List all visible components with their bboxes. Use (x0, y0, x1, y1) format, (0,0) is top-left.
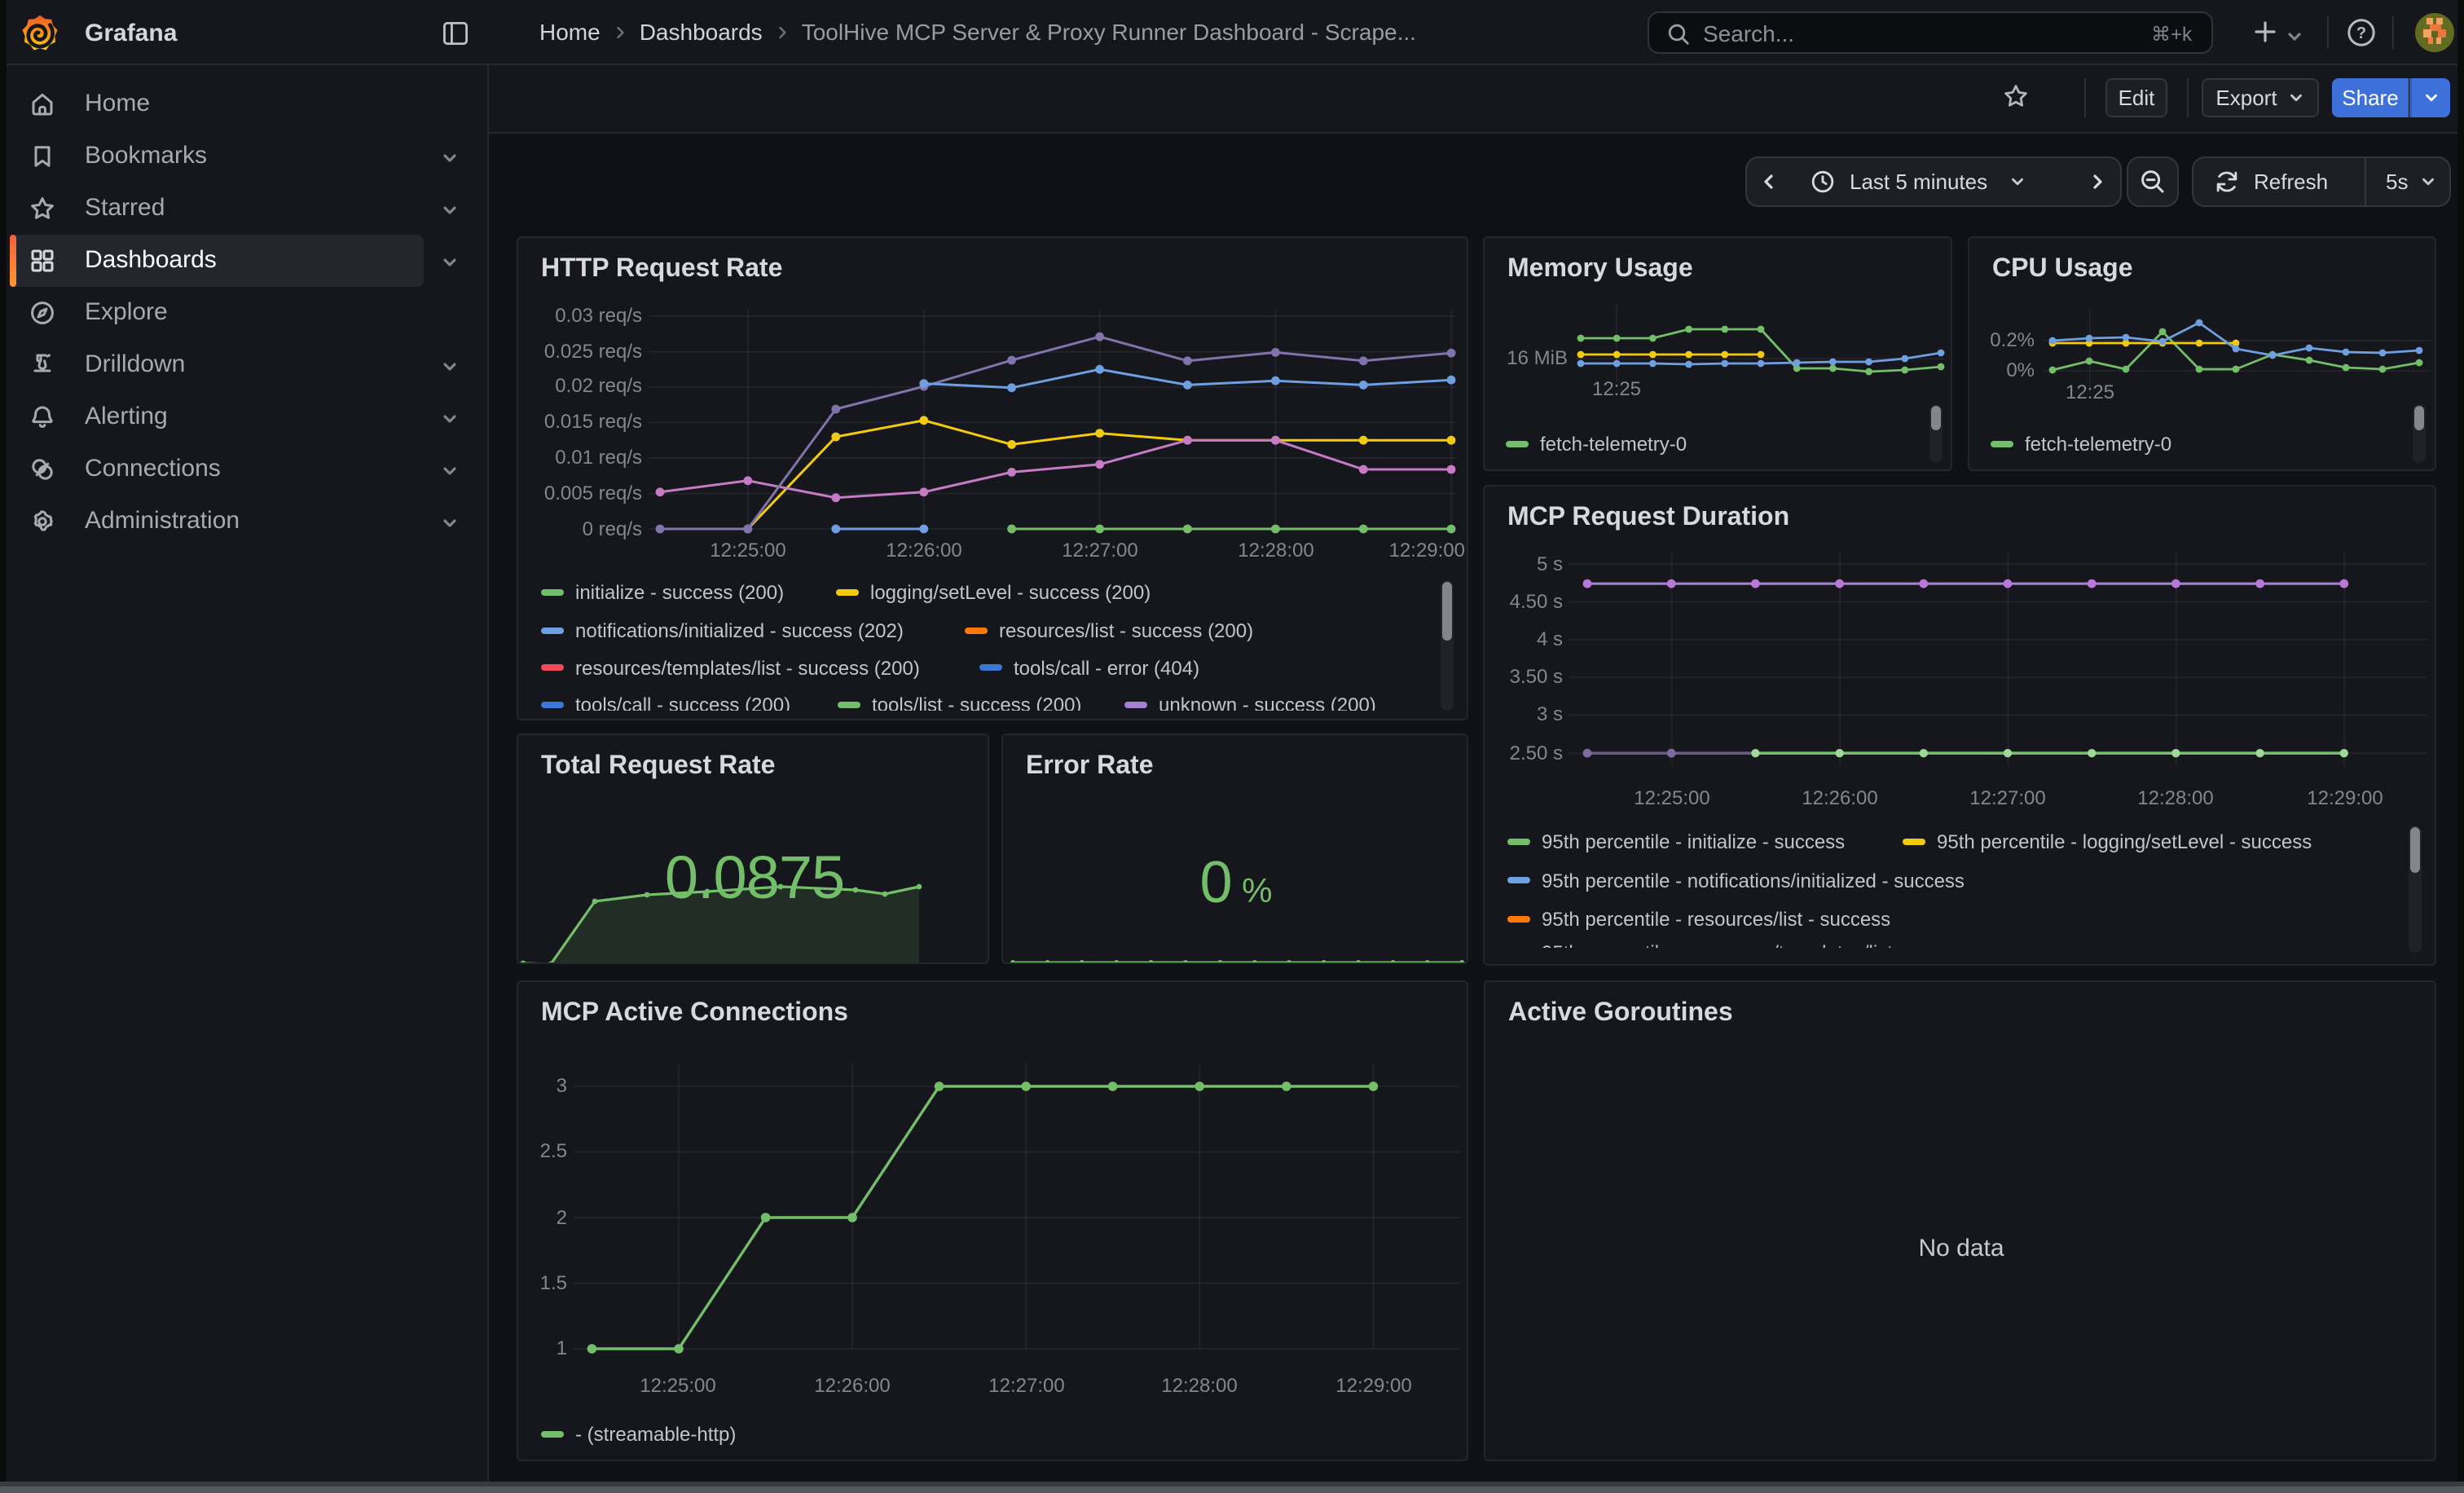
svg-text:?: ? (2356, 24, 2366, 42)
